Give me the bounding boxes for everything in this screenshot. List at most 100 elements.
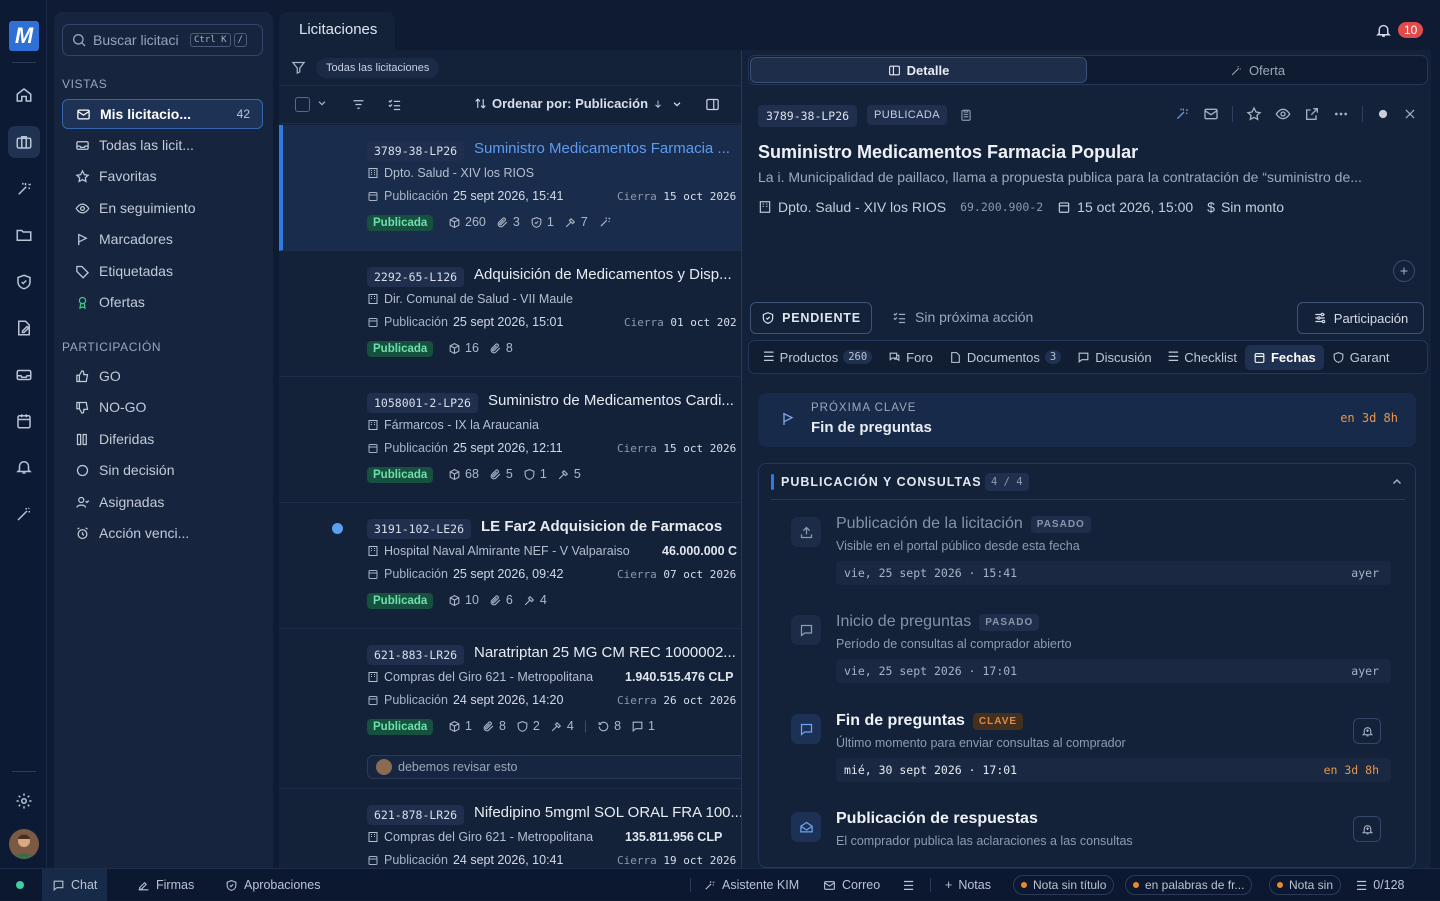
nav-etiquetadas[interactable]: Etiquetadas xyxy=(62,256,263,286)
nav-diferidas[interactable]: Diferidas xyxy=(62,424,263,454)
tab-fechas[interactable]: Fechas xyxy=(1244,344,1324,370)
chat-button[interactable]: Chat xyxy=(42,869,108,901)
shield-icon[interactable] xyxy=(8,266,40,298)
nav-go[interactable]: GO xyxy=(62,361,263,391)
select-all-checkbox[interactable] xyxy=(295,97,310,112)
tab-productos[interactable]: ☰ Productos 260 xyxy=(755,344,880,370)
tab-checklist[interactable]: ☰ Checklist xyxy=(1160,344,1245,370)
licitacion-card[interactable]: 2292-65-L126 Adquisición de Medicamentos… xyxy=(279,251,754,377)
thumbs-down-icon xyxy=(74,400,90,415)
nav-marcadores[interactable]: Marcadores xyxy=(62,224,263,254)
detail-panel: Detalle Oferta 3789-38-LP26 PUBLICADA Su… xyxy=(741,50,1431,868)
user-avatar[interactable] xyxy=(9,829,39,859)
tab-garantias[interactable]: Garant xyxy=(1324,345,1398,370)
card-amount: 1.940.515.476 CLP xyxy=(625,670,734,684)
nav-asignadas[interactable]: Asignadas xyxy=(62,487,263,517)
licitacion-card[interactable]: 621-878-LR26 Nifedipino 5mgml SOL ORAL F… xyxy=(279,789,754,868)
card-code: 3191-102-LE26 xyxy=(367,519,472,539)
reminder-bell-button[interactable] xyxy=(1353,816,1381,842)
app-logo[interactable]: M xyxy=(9,21,39,51)
inbox-icon[interactable] xyxy=(8,359,40,391)
status-dot-icon[interactable] xyxy=(1376,107,1390,121)
search-input[interactable]: Buscar licitaci Ctrl K / xyxy=(62,24,263,56)
nav-label: Favoritas xyxy=(99,168,157,184)
external-link-icon[interactable] xyxy=(1304,106,1320,122)
card-close: Cierra 19 oct 2026 xyxy=(617,854,737,867)
licitacion-card[interactable]: 621-883-LR26 Naratriptan 25 MG CM REC 10… xyxy=(279,629,754,789)
filter-chip[interactable]: Todas las licitaciones xyxy=(316,57,440,78)
licitacion-card[interactable]: 3789-38-LP26 Suministro Medicamentos Far… xyxy=(279,125,754,251)
plus-icon xyxy=(1400,267,1408,275)
filter-icon[interactable] xyxy=(291,60,306,75)
card-title[interactable]: Suministro Medicamentos Farmacia ... xyxy=(474,140,744,157)
magic-wand-icon[interactable] xyxy=(8,498,40,530)
asistente-kim-button[interactable]: Asistente KIM xyxy=(703,869,799,901)
correo-button[interactable]: Correo xyxy=(823,869,880,901)
nav-seguimiento[interactable]: En seguimiento xyxy=(62,193,263,223)
eye-icon[interactable] xyxy=(1275,106,1291,122)
chevron-up-icon[interactable] xyxy=(1391,476,1403,488)
nav-sin-decision[interactable]: Sin decisión xyxy=(62,455,263,485)
add-button[interactable] xyxy=(1393,260,1415,282)
briefcase-icon[interactable] xyxy=(8,126,40,158)
nav-ofertas[interactable]: Ofertas xyxy=(62,287,263,317)
card-title[interactable]: LE Far2 Adquisicion de Farmacos xyxy=(481,518,751,535)
home-icon[interactable] xyxy=(8,79,40,111)
reminder-bell-button[interactable] xyxy=(1353,718,1381,744)
nav-mis-licitaciones[interactable]: Mis licitacio... 42 xyxy=(62,99,263,129)
close-icon[interactable] xyxy=(1403,107,1417,121)
aprobaciones-button[interactable]: Aprobaciones xyxy=(225,869,320,901)
licitaciones-list: Todas las licitaciones Ordenar por: Publ… xyxy=(279,50,754,868)
tab-discusion[interactable]: Discusión xyxy=(1069,345,1159,370)
mail-icon[interactable] xyxy=(1203,106,1219,122)
notas-button[interactable]: + Notas xyxy=(945,869,991,901)
card-title[interactable]: Nifedipino 5mgml SOL ORAL FRA 100... xyxy=(474,804,744,821)
licitacion-card[interactable]: 1058001-2-LP26 Suministro de Medicamento… xyxy=(279,377,754,503)
card-stats: 260 3 1 7 xyxy=(448,215,612,229)
tab-licitaciones[interactable]: Licitaciones xyxy=(279,12,395,50)
nav-todas[interactable]: Todas las licit... xyxy=(62,130,263,160)
star-icon[interactable] xyxy=(1246,106,1262,122)
notifications-bell-icon[interactable] xyxy=(1375,22,1392,39)
nav-favoritas[interactable]: Favoritas xyxy=(62,161,263,191)
pending-button[interactable]: PENDIENTE xyxy=(750,302,872,334)
notes-counter[interactable]: ☰ 0/128 xyxy=(1356,869,1405,901)
tab-oferta[interactable]: Oferta xyxy=(1089,57,1426,83)
gear-icon[interactable] xyxy=(8,785,40,817)
edit-doc-icon[interactable] xyxy=(8,312,40,344)
card-title[interactable]: Suministro de Medicamentos Cardi... xyxy=(488,392,740,409)
firmas-button[interactable]: Firmas xyxy=(137,869,194,901)
group-header[interactable]: PUBLICACIÓN Y CONSULTAS 4 / 4 xyxy=(771,464,1405,500)
group-title: PUBLICACIÓN Y CONSULTAS xyxy=(781,475,982,489)
clipboard-icon[interactable] xyxy=(959,108,973,122)
note-tab[interactable]: Nota sin título xyxy=(1013,875,1115,895)
more-icon[interactable] xyxy=(1333,106,1349,122)
participation-button[interactable]: Participación xyxy=(1297,302,1424,334)
card-note[interactable]: debemos revisar esto xyxy=(367,755,747,779)
calendar-icon[interactable] xyxy=(8,405,40,437)
chevron-down-icon[interactable] xyxy=(317,98,327,108)
checklist-icon[interactable] xyxy=(387,97,402,112)
sort-dropdown[interactable]: Ordenar por: Publicación xyxy=(474,96,682,111)
ai-sparkles-icon[interactable] xyxy=(1174,106,1190,122)
licitacion-card[interactable]: 3191-102-LE26 LE Far2 Adquisicion de Far… xyxy=(279,503,754,629)
folder-icon[interactable] xyxy=(8,219,40,251)
tab-detalle[interactable]: Detalle xyxy=(750,57,1087,83)
tab-documentos[interactable]: Documentos 3 xyxy=(941,345,1069,370)
note-tab[interactable]: en palabras de fr... xyxy=(1125,875,1253,895)
tab-foro[interactable]: Foro xyxy=(880,345,941,370)
nav-accion-vencida[interactable]: Acción venci... xyxy=(62,518,263,548)
next-action[interactable]: Sin próxima acción xyxy=(892,309,1033,325)
menu-icon[interactable]: ☰ xyxy=(903,869,914,901)
note-text: debemos revisar esto xyxy=(398,760,518,774)
bell-icon[interactable] xyxy=(8,451,40,483)
nav-no-go[interactable]: NO-GO xyxy=(62,392,263,422)
panel-toggle-icon[interactable] xyxy=(705,97,720,112)
history-icon xyxy=(598,721,609,731)
filter-lines-icon[interactable] xyxy=(351,97,366,112)
sparkles-icon[interactable] xyxy=(8,173,40,205)
building-icon xyxy=(368,294,378,304)
note-tab[interactable]: Nota sin xyxy=(1269,875,1342,895)
card-title[interactable]: Naratriptan 25 MG CM REC 1000002... xyxy=(474,644,744,661)
card-title[interactable]: Adquisición de Medicamentos y Disp... xyxy=(474,266,744,283)
